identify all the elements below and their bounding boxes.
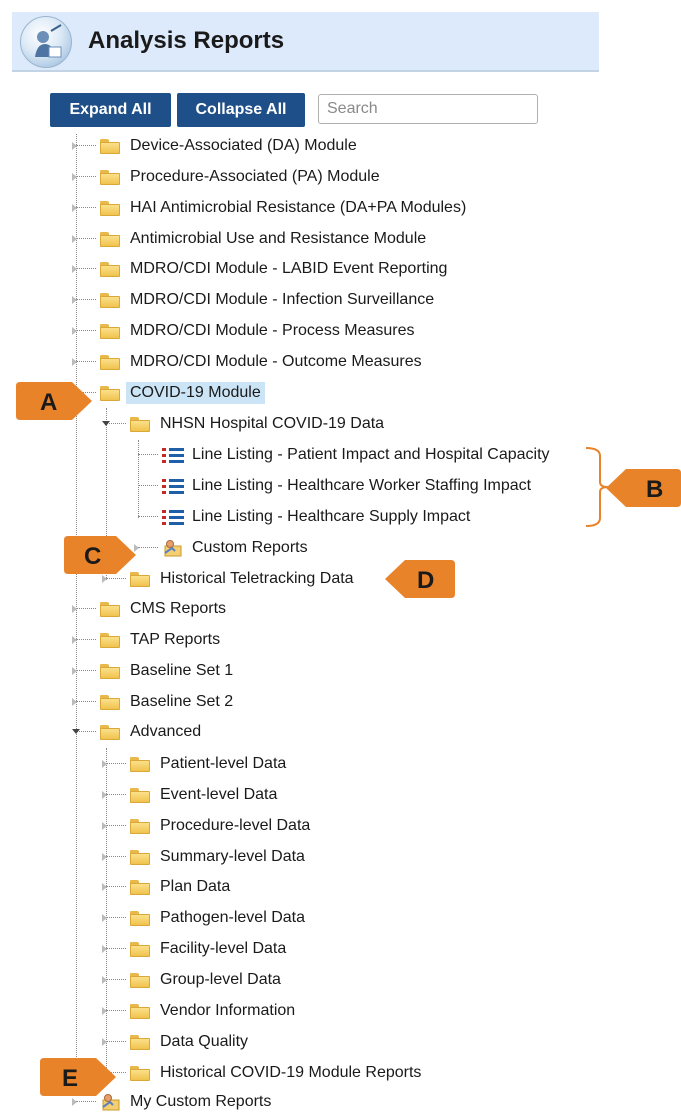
tree-node[interactable]: MDRO/CDI Module - Infection Surveillance [72,287,434,313]
folder-icon [130,879,150,895]
tree-node[interactable]: Device-Associated (DA) Module [72,133,357,159]
tree-node-nhsn-covid-data[interactable]: NHSN Hospital COVID-19 Data [102,411,384,437]
folder-icon [130,1034,150,1050]
folder-icon [100,261,120,277]
callout-a-label: A [40,389,57,416]
tree-node[interactable]: Pathogen-level Data [102,905,305,931]
folder-icon [100,231,120,247]
tree-node[interactable]: MDRO/CDI Module - Process Measures [72,318,415,344]
tree-node[interactable]: MDRO/CDI Module - LABID Event Reporting [72,256,447,282]
callout-a: A [16,382,92,420]
folder-icon [100,724,120,740]
tree-node[interactable]: Baseline Set 1 [72,658,233,684]
folder-icon [130,941,150,957]
list-report-icon [162,509,184,525]
tree-node[interactable]: CMS Reports [72,596,226,622]
folder-icon [100,601,120,617]
tree-node-teletracking[interactable]: Historical Teletracking Data [102,566,354,592]
tree-node[interactable]: HAI Antimicrobial Resistance (DA+PA Modu… [72,195,466,221]
tree-node-covid-module[interactable]: COVID-19 Module [72,380,265,406]
list-report-icon [162,478,184,494]
tree-node[interactable]: Event-level Data [102,782,277,808]
folder-icon [100,169,120,185]
line-listing-item[interactable]: Line Listing - Healthcare Supply Impact [138,504,470,530]
callout-b: B [606,469,681,507]
tree-node[interactable]: Procedure-level Data [102,813,310,839]
folder-icon [130,849,150,865]
callout-c-label: C [84,543,101,570]
tree-node[interactable]: Antimicrobial Use and Resistance Module [72,226,426,252]
folder-icon [130,910,150,926]
tree-node-custom-reports[interactable]: Custom Reports [134,535,308,561]
folder-icon [130,972,150,988]
folder-icon [100,323,120,339]
tree-node[interactable]: TAP Reports [72,627,220,653]
folder-icon [100,354,120,370]
tree-node[interactable]: Historical COVID-19 Module Reports [102,1060,421,1086]
callout-b-label: B [646,476,663,503]
line-listing-item[interactable]: Line Listing - Healthcare Worker Staffin… [138,473,531,499]
tree-node[interactable]: Vendor Information [102,998,295,1024]
folder-icon [100,292,120,308]
callout-c: C [64,536,136,574]
tree-node-advanced[interactable]: Advanced [72,719,201,745]
folder-icon [100,632,120,648]
callout-e: E [40,1058,116,1096]
folder-icon [130,787,150,803]
tree-node[interactable]: MDRO/CDI Module - Outcome Measures [72,349,422,375]
folder-icon [130,1065,150,1081]
folder-icon [130,818,150,834]
list-report-icon [162,447,184,463]
tree-node[interactable]: Baseline Set 2 [72,689,233,715]
folder-icon [130,1003,150,1019]
callout-e-label: E [62,1065,78,1092]
callout-d-label: D [417,567,434,594]
line-listing-item[interactable]: Line Listing - Patient Impact and Hospit… [138,442,550,468]
tree-node[interactable]: Data Quality [102,1029,248,1055]
folder-icon [130,756,150,772]
folder-icon [130,416,150,432]
folder-icon [100,663,120,679]
tree-node[interactable]: Procedure-Associated (PA) Module [72,164,380,190]
folder-icon [100,385,120,401]
folder-icon [100,138,120,154]
tree-node[interactable]: Patient-level Data [102,751,286,777]
tree-node[interactable]: Plan Data [102,874,230,900]
callout-d: D [385,560,455,598]
folder-icon [100,694,120,710]
tree-node[interactable]: Facility-level Data [102,936,286,962]
custom-report-icon [162,539,182,557]
tree-node[interactable]: Group-level Data [102,967,281,993]
folder-icon [100,200,120,216]
bracket-b [585,447,609,527]
tree-node[interactable]: Summary-level Data [102,844,305,870]
